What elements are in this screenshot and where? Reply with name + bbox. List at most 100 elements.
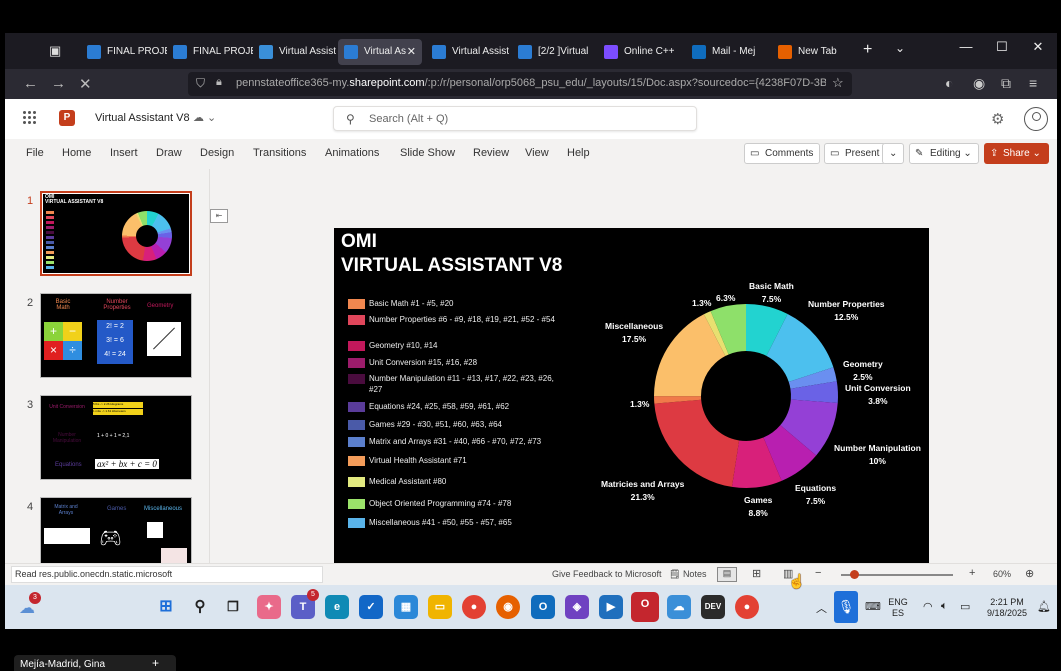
comments-button[interactable]: ▭ Comments [744,143,821,164]
thumbnail-slide-3[interactable]: Unit Conversion 5 lbs -> 2.26 kilograms … [40,395,192,480]
tab-transitions[interactable]: Transitions [253,147,306,159]
stop-loading-icon[interactable]: ✕ [79,75,92,93]
volume-icon[interactable]: 🔈︎ [941,600,948,613]
thumbnail-slide-4[interactable]: Matrix and Arrays Games Miscellaneous 🎮︎ [40,497,192,563]
back-arrow-icon[interactable]: ← [23,75,38,92]
keyboard-icon[interactable]: ⌨ [865,600,881,613]
notification-bell-icon[interactable]: 🔔︎ [1037,600,1051,613]
input-language[interactable]: ENG ES [885,597,911,619]
zoom-in-icon[interactable]: + [969,567,975,579]
tab-1[interactable]: FINAL PROJE [81,39,167,65]
tab-home[interactable]: Home [62,147,91,159]
wifi-icon[interactable]: ◠ [923,600,933,613]
task-view-icon[interactable]: ❐ [221,595,245,619]
share-icon: ⇪ [990,148,999,159]
pane-toggle-button[interactable]: ⇤ [210,209,228,223]
tab-slide-show[interactable]: Slide Show [400,147,455,159]
notes-button[interactable]: 🗒︎ Notes [669,569,706,580]
tab-help[interactable]: Help [567,147,590,159]
new-tab-button[interactable]: + [863,41,872,59]
thumbnail-slide-2[interactable]: Basic Math Number Properties Geometry + … [40,293,192,378]
onedrive-icon[interactable]: ☁ [667,595,691,619]
tab-7[interactable]: Online C++ [598,39,674,65]
list-tabs-chevron-icon[interactable]: ⌄ [895,41,905,55]
tab-8[interactable]: Mail - Mejía [686,39,756,65]
slide-canvas[interactable]: OMI VIRTUAL ASSISTANT V8 Basic Math #1 -… [334,228,929,563]
chrome-icon[interactable]: ● [462,595,486,619]
hamburger-menu-icon[interactable]: ≡ [1029,75,1037,91]
opera-icon[interactable]: O [631,592,659,622]
tab-5[interactable]: Virtual Assist [426,39,512,65]
battery-icon[interactable]: ▭ [960,600,970,613]
powerpoint-logo-icon[interactable]: P [59,110,75,126]
add-session-icon[interactable]: + [152,656,159,670]
pocket-icon[interactable]: ◐ [945,75,953,91]
tab-file[interactable]: File [26,147,44,159]
close-window-button[interactable]: ✕ [1023,39,1053,55]
tab-label: Online C++ [624,46,674,57]
tab-review[interactable]: Review [473,147,509,159]
microphone-icon[interactable]: 🎙︎ [834,591,858,623]
settings-gear-icon[interactable]: ⚙ [991,110,1004,128]
maximize-button[interactable]: ☐ [987,39,1017,55]
visual-studio-icon[interactable]: ◈ [565,595,589,619]
search-box[interactable]: ⚲ Search (Alt + Q) [333,106,697,131]
document-title[interactable]: Virtual Assistant V8 [95,112,190,124]
lock-icon[interactable]: 🔒︎ [216,76,222,89]
edge-icon[interactable]: e [325,595,349,619]
tab-animations[interactable]: Animations [325,147,379,159]
chrome-profile-icon[interactable]: ● [735,595,759,619]
thumb-number-manipulation: 1 + 0 + 1 = 2,1 [97,433,130,439]
extensions-icon[interactable]: ⧉ [1001,75,1011,92]
file-explorer-icon[interactable]: ▭ [428,595,452,619]
account-icon[interactable]: ◉ [973,75,985,92]
copilot-icon[interactable]: ✦ [257,595,281,619]
whiteboard-icon[interactable]: ✓ [359,595,383,619]
bookmark-star-icon[interactable]: ☆ [832,75,844,91]
media-player-icon[interactable]: ▶ [599,595,623,619]
tab-insert[interactable]: Insert [110,147,138,159]
dev-tools-icon[interactable]: DEV [701,595,725,619]
clock[interactable]: 2:21 PM 9/18/2025 [980,597,1034,619]
editing-mode-button[interactable]: ✎ Editing ⌄ [909,143,979,164]
zoom-out-icon[interactable]: − [815,567,821,579]
windows-start-icon[interactable]: ⊞ [154,595,178,619]
zoom-slider-thumb[interactable] [850,570,860,579]
address-bar[interactable]: ⛉ 🔒︎ pennstateoffice365-my.sharepoint.co… [188,72,852,96]
tab-4[interactable]: Virtual As ✕ [338,39,422,65]
word-icon [87,45,101,59]
minimize-button[interactable]: — [951,39,981,54]
chevron-up-icon[interactable]: ︿ [816,600,827,616]
tab-2[interactable]: FINAL PROJE [167,39,253,65]
cloud-saved-icon[interactable]: ☁ ⌄ [193,111,216,124]
tab-3[interactable]: Virtual Assist [253,39,339,65]
fit-to-window-icon[interactable]: ⊕ [1025,567,1034,580]
slide-sorter-icon[interactable]: ⊞ [752,567,761,580]
zoom-level[interactable]: 60% [993,569,1011,579]
present-dropdown[interactable]: ⌄ [882,143,905,164]
firefox-icon[interactable]: ◉ [496,595,520,619]
forward-arrow-icon[interactable]: → [51,75,66,92]
present-button[interactable]: ▭ Present [824,143,887,164]
thumb-label: Equations [55,462,82,468]
tab-design[interactable]: Design [200,147,234,159]
search-icon[interactable]: ⚲ [188,595,212,619]
url-text[interactable]: pennstateoffice365-my.sharepoint.com/:p:… [236,77,826,89]
app-launcher-icon[interactable] [23,111,37,125]
outlook-icon[interactable]: O [531,595,555,619]
feedback-link[interactable]: Give Feedback to Microsoft [552,569,662,579]
share-button[interactable]: ⇪ Share ⌄ [984,143,1049,164]
normal-view-icon[interactable]: ▤ [717,567,737,582]
tab-label: Virtual Assist [452,46,510,57]
remote-session-tab[interactable]: Mejía-Madrid, Gina + [14,655,176,671]
store-icon[interactable]: ▦ [394,595,418,619]
avatar[interactable] [1024,107,1048,131]
tab-view[interactable]: View [525,147,549,159]
thumbnail-slide-1[interactable]: OMI VIRTUAL ASSISTANT V8 [40,191,192,276]
close-tab-icon[interactable]: ✕ [407,39,416,65]
tab-draw[interactable]: Draw [156,147,182,159]
tab-6[interactable]: [2/2 ]Virtual [512,39,598,65]
tab-groups-icon[interactable]: ▣ [49,43,65,59]
shield-icon[interactable]: ⛉ [196,76,205,91]
tab-9[interactable]: New Tab [772,39,852,65]
